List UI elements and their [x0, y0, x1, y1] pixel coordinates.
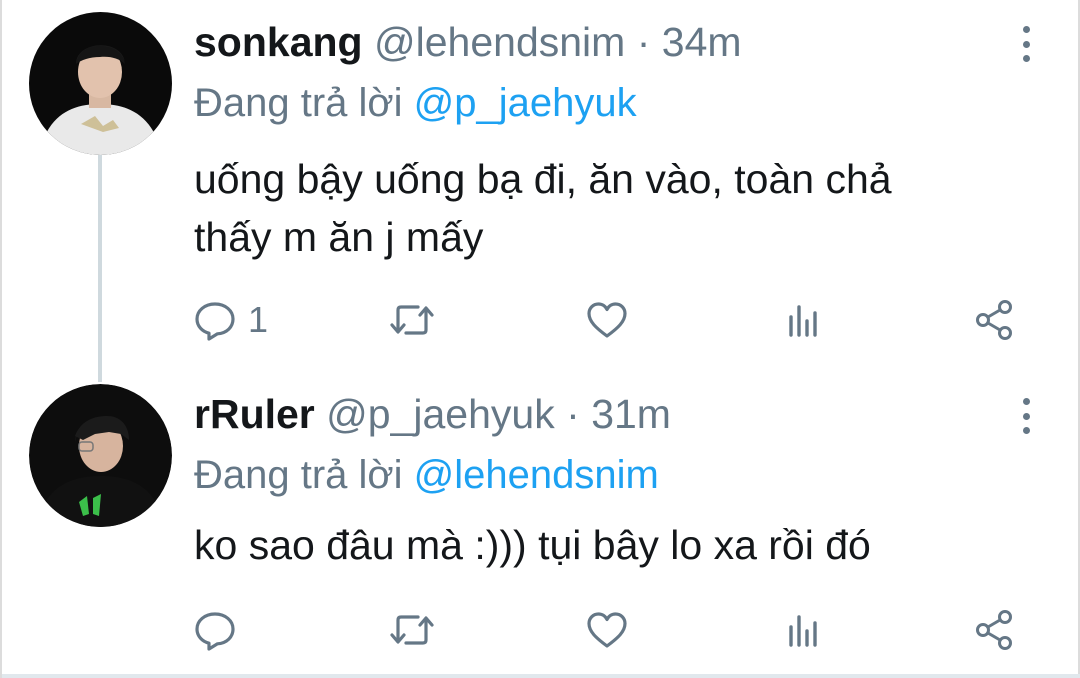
share-icon	[976, 300, 1012, 340]
avatar[interactable]	[29, 12, 172, 155]
tweet-item[interactable]: sonkang @lehendsnim · 34m Đang trả lời @…	[2, 0, 1080, 372]
tweet-text: uống bậy uống bạ đi, ăn vào, toàn chả th…	[194, 150, 1034, 266]
tweet-text: ko sao đâu mà :))) tụi bây lo xa rồi đó	[194, 516, 1034, 574]
replying-to: Đang trả lời @lehendsnim	[194, 452, 659, 498]
tweet-header: sonkang @lehendsnim · 34m	[194, 18, 742, 66]
reply-mention-link[interactable]: @p_jaehyuk	[414, 81, 637, 125]
like-button[interactable]	[584, 606, 630, 654]
analytics-icon	[789, 615, 817, 647]
retweet-button[interactable]	[388, 296, 436, 344]
display-name[interactable]: rRuler	[194, 391, 315, 437]
retweet-icon	[390, 305, 434, 335]
tweet-text-line: ko sao đâu mà :))) tụi bây lo xa rồi đó	[194, 522, 871, 568]
timestamp[interactable]: 34m	[662, 19, 742, 65]
more-options-icon[interactable]	[1018, 26, 1034, 62]
timestamp[interactable]: 31m	[591, 391, 671, 437]
analytics-icon	[789, 305, 817, 337]
reply-button[interactable]: 1	[192, 296, 268, 344]
analytics-button[interactable]	[780, 606, 826, 654]
like-button[interactable]	[584, 296, 630, 344]
tweet-text-line: uống bậy uống bạ đi, ăn vào, toàn chả	[194, 156, 892, 202]
avatar[interactable]	[29, 384, 172, 527]
tweet-actions	[192, 606, 1022, 654]
tweet-text-line: thấy m ăn j mấy	[194, 214, 484, 260]
tweet-thread: sonkang @lehendsnim · 34m Đang trả lời @…	[0, 0, 1080, 678]
heart-icon	[587, 302, 627, 338]
reply-count: 1	[248, 299, 269, 340]
reply-button[interactable]	[192, 606, 248, 654]
reply-icon	[195, 302, 235, 341]
separator-dot: ·	[566, 391, 580, 437]
analytics-button[interactable]	[780, 296, 826, 344]
bottom-divider	[2, 674, 1080, 678]
share-button[interactable]	[972, 296, 1018, 344]
tweet-item[interactable]: rRuler @p_jaehyuk · 31m Đang trả lời @le…	[2, 372, 1080, 678]
user-handle[interactable]: @lehendsnim	[374, 19, 625, 65]
display-name[interactable]: sonkang	[194, 19, 363, 65]
tweet-header: rRuler @p_jaehyuk · 31m	[194, 390, 671, 438]
share-icon	[976, 610, 1012, 650]
heart-icon	[587, 612, 627, 648]
share-button[interactable]	[972, 606, 1018, 654]
reply-mention-link[interactable]: @lehendsnim	[414, 453, 659, 497]
reply-icon	[195, 612, 235, 651]
replying-to-label: Đang trả lời	[194, 453, 403, 497]
separator-dot: ·	[636, 19, 651, 65]
retweet-icon	[390, 615, 434, 645]
tweet-actions: 1	[192, 296, 1022, 344]
retweet-button[interactable]	[388, 606, 436, 654]
more-options-icon[interactable]	[1018, 398, 1034, 434]
replying-to-label: Đang trả lời	[194, 81, 403, 125]
user-handle[interactable]: @p_jaehyuk	[326, 391, 555, 437]
replying-to: Đang trả lời @p_jaehyuk	[194, 80, 637, 126]
